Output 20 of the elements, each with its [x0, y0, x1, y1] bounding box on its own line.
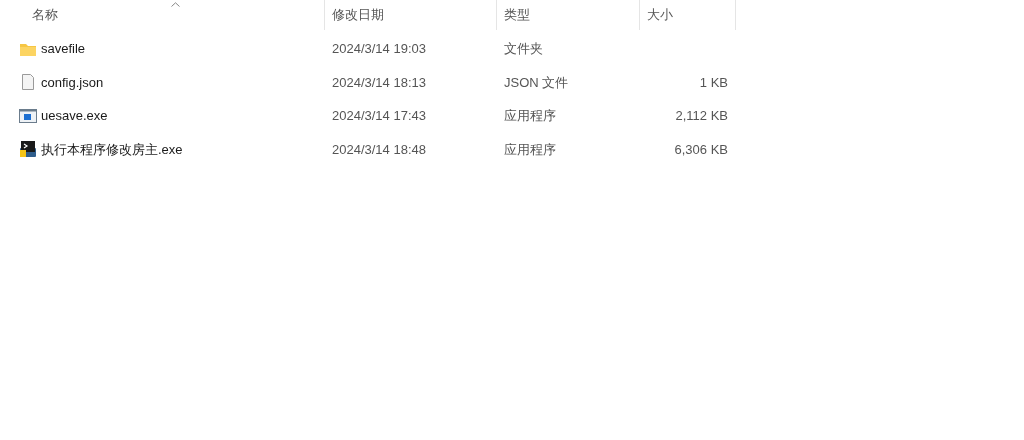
file-name[interactable]: savefile [41, 39, 86, 59]
file-type: 应用程序 [504, 108, 556, 123]
file-name[interactable]: uesave.exe [41, 106, 108, 126]
column-header[interactable]: 修改日期 [332, 5, 384, 25]
file-size: 2,112 KB [675, 108, 728, 123]
modified-date: 2024/3/14 18:13 [332, 74, 426, 90]
file-type: 文件夹 [504, 41, 543, 56]
file-size: 1 KB [699, 74, 728, 90]
window-icon [19, 106, 37, 125]
modified-date: 2024/3/14 17:43 [332, 108, 426, 123]
file-name[interactable]: config.json [41, 72, 104, 92]
file-size: 6,306 KB [674, 141, 728, 157]
file-name[interactable]: 执行本程序修改房主.exe [41, 139, 183, 159]
modified-date: 2024/3/14 19:03 [332, 41, 426, 56]
file-type: JSON 文件 [504, 74, 569, 90]
column-header[interactable]: 大小 [647, 5, 673, 25]
modified-date: 2024/3/14 18:48 [332, 141, 426, 157]
file-type: 应用程序 [504, 141, 556, 157]
column-header[interactable]: 类型 [504, 5, 530, 25]
column-header[interactable]: 名称 [32, 5, 58, 25]
